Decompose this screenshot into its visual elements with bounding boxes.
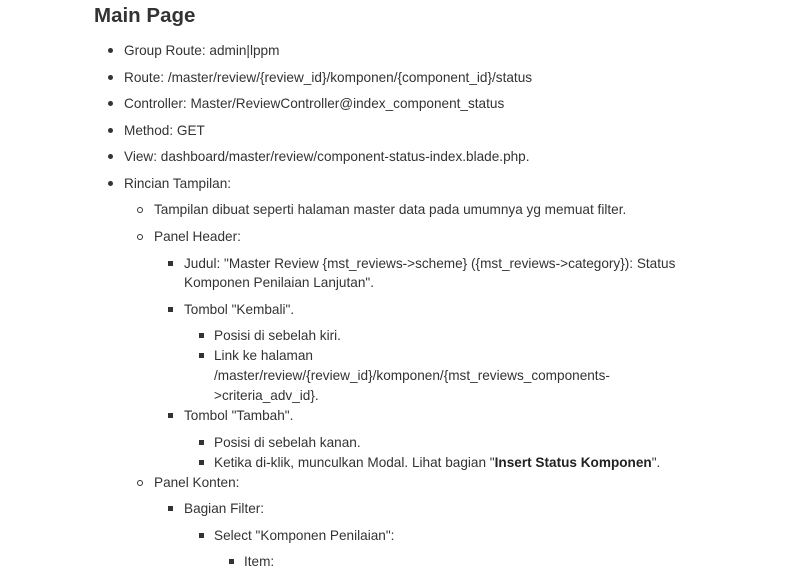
square-bullet-icon bbox=[168, 307, 173, 312]
insert-status-komponen-ref: Insert Status Komponen bbox=[494, 455, 652, 470]
tambah-klik-prefix: Ketika di-klik, munculkan Modal. Lihat b… bbox=[214, 455, 495, 470]
bullet-icon bbox=[108, 101, 113, 106]
list-item-kembali-link-1: Link ke halaman bbox=[214, 348, 313, 363]
list-item-panel-header: Panel Header: bbox=[154, 229, 241, 244]
square-bullet-icon bbox=[199, 440, 204, 445]
list-item-judul-line1: Judul: "Master Review {mst_reviews->sche… bbox=[184, 256, 676, 271]
square-bullet-icon bbox=[168, 413, 173, 418]
list-item-controller: Controller: Master/ReviewController@inde… bbox=[124, 96, 505, 111]
bullet-icon bbox=[108, 154, 113, 159]
list-item-tombol-tambah: Tombol "Tambah". bbox=[184, 408, 294, 423]
list-item-group-route: Group Route: admin|lppm bbox=[124, 43, 280, 58]
square-bullet-icon bbox=[168, 261, 173, 266]
list-item-kembali-posisi: Posisi di sebelah kiri. bbox=[214, 328, 341, 343]
square-bullet-icon bbox=[199, 333, 204, 338]
list-item-tombol-kembali: Tombol "Kembali". bbox=[184, 302, 295, 317]
list-item-method: Method: GET bbox=[124, 123, 205, 138]
bullet-icon bbox=[108, 181, 113, 186]
page-title: Main Page bbox=[94, 4, 196, 27]
bullet-icon bbox=[108, 48, 113, 53]
circle-bullet-icon bbox=[137, 207, 143, 213]
list-item-view: View: dashboard/master/review/component-… bbox=[124, 149, 530, 164]
bullet-icon bbox=[108, 75, 113, 80]
list-item-tambah-posisi: Posisi di sebelah kanan. bbox=[214, 435, 361, 450]
square-bullet-icon bbox=[229, 559, 234, 564]
square-bullet-icon bbox=[199, 353, 204, 358]
bullet-icon bbox=[108, 128, 113, 133]
square-bullet-icon bbox=[199, 533, 204, 538]
square-bullet-icon bbox=[168, 506, 173, 511]
list-item-item: Item: bbox=[244, 554, 275, 569]
list-item-panel-konten: Panel Konten: bbox=[154, 475, 240, 490]
square-bullet-icon bbox=[199, 460, 204, 465]
list-item-judul-line2: Komponen Penilaian Lanjutan". bbox=[184, 275, 374, 290]
list-item-select-komponen: Select "Komponen Penilaian": bbox=[214, 528, 395, 543]
circle-bullet-icon bbox=[137, 234, 143, 240]
list-item-bagian-filter: Bagian Filter: bbox=[184, 501, 265, 516]
list-item-tampilan: Tampilan dibuat seperti halaman master d… bbox=[154, 202, 627, 217]
list-item-tambah-klik: Ketika di-klik, munculkan Modal. Lihat b… bbox=[214, 453, 660, 473]
tambah-klik-suffix: ". bbox=[651, 455, 661, 470]
circle-bullet-icon bbox=[137, 480, 143, 486]
list-item-rincian: Rincian Tampilan: bbox=[124, 176, 232, 191]
list-item-kembali-link-3: >criteria_adv_id}. bbox=[214, 388, 319, 403]
list-item-kembali-link-2: /master/review/{review_id}/komponen/{mst… bbox=[214, 368, 610, 383]
list-item-route: Route: /master/review/{review_id}/kompon… bbox=[124, 70, 533, 85]
